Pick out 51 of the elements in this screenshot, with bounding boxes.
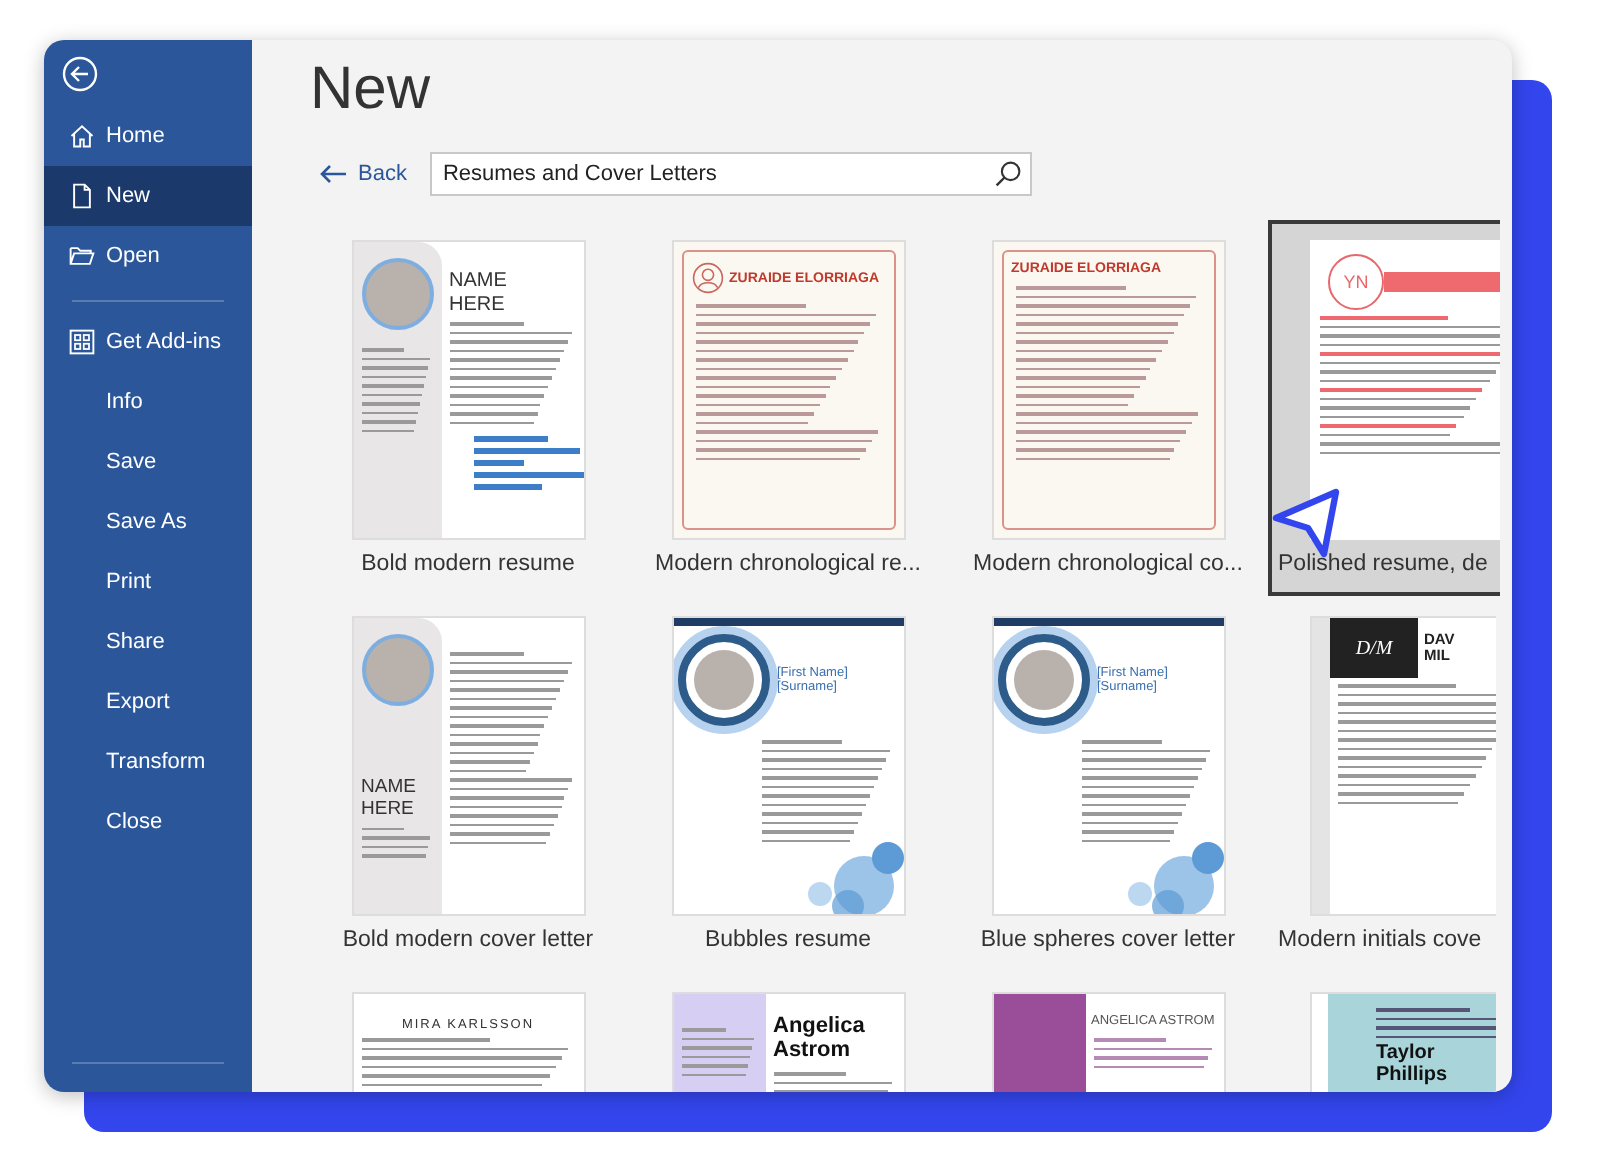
nav-item[interactable]: Save	[44, 432, 252, 492]
nav-item[interactable]: Get Add-ins	[44, 312, 252, 372]
template-name[interactable]: Bold modern resume	[361, 552, 575, 576]
template-name[interactable]: Modern chronological co...	[973, 552, 1243, 576]
resume-heading: Angelica Astrom	[771, 1012, 867, 1067]
document-icon	[68, 182, 96, 210]
header-bar	[1384, 272, 1500, 292]
nav-item[interactable]: Print	[44, 552, 252, 612]
page-title: New	[310, 54, 433, 126]
back-link[interactable]: Back	[320, 162, 407, 186]
person-icon	[691, 262, 723, 294]
search-field[interactable]: Resumes and Cover Letters	[430, 152, 1033, 196]
monogram-block: D/M	[1330, 618, 1418, 678]
resume-heading: Taylor Phillips	[1374, 1044, 1450, 1086]
template-tile[interactable]: YN Polished resume, de	[1268, 220, 1500, 596]
nav-item[interactable]: New	[44, 166, 252, 226]
nav-item[interactable]: Close	[44, 792, 252, 852]
template-thumbnail[interactable]: NAME HERE	[351, 240, 585, 540]
template-name[interactable]: Bold modern cover letter	[342, 928, 594, 952]
nav-item[interactable]: Export	[44, 672, 252, 732]
nav-item[interactable]: Save As	[44, 492, 252, 552]
template-tile[interactable]: NAME HERE Bold modern cover letter	[308, 596, 628, 972]
photo-placeholder	[693, 650, 753, 710]
initials-badge: YN	[1328, 254, 1384, 310]
resume-heading: NAME HERE	[447, 270, 509, 316]
back-icon[interactable]	[62, 55, 98, 91]
photo-placeholder	[1013, 650, 1073, 710]
folder-icon	[68, 242, 96, 270]
nav-item[interactable]: Transform	[44, 732, 252, 792]
template-name[interactable]: Modern chronological re...	[655, 552, 921, 576]
template-thumbnail[interactable]: Angelica Astrom	[671, 992, 905, 1092]
nav-item[interactable]: Share	[44, 612, 252, 672]
search-icon[interactable]	[994, 160, 1023, 188]
template-name[interactable]: Bubbles resume	[704, 928, 872, 952]
template-tile[interactable]: Angelica Astrom	[628, 972, 948, 1092]
photo-placeholder	[361, 258, 433, 330]
template-name[interactable]: Modern initials cove	[1278, 928, 1482, 952]
grid-icon	[68, 328, 96, 356]
template-name[interactable]: Blue spheres cover letter	[980, 928, 1236, 952]
template-tile[interactable]: NAME HERE Bold modern resume	[308, 220, 628, 596]
home-icon	[68, 122, 96, 150]
nav-item[interactable]: Info	[44, 372, 252, 432]
photo-placeholder	[361, 634, 433, 706]
template-tile[interactable]: Taylor Phillips	[1268, 972, 1500, 1092]
back-arrow-icon	[320, 164, 348, 184]
template-thumbnail[interactable]: Taylor Phillips	[1310, 992, 1496, 1092]
template-name[interactable]: Polished resume, de	[1278, 552, 1488, 576]
template-thumbnail[interactable]: NAME HERE	[351, 616, 585, 916]
resume-heading: NAME HERE	[359, 778, 418, 822]
nav-item[interactable]: Home	[44, 106, 252, 166]
nav-item[interactable]: Open	[44, 226, 252, 286]
